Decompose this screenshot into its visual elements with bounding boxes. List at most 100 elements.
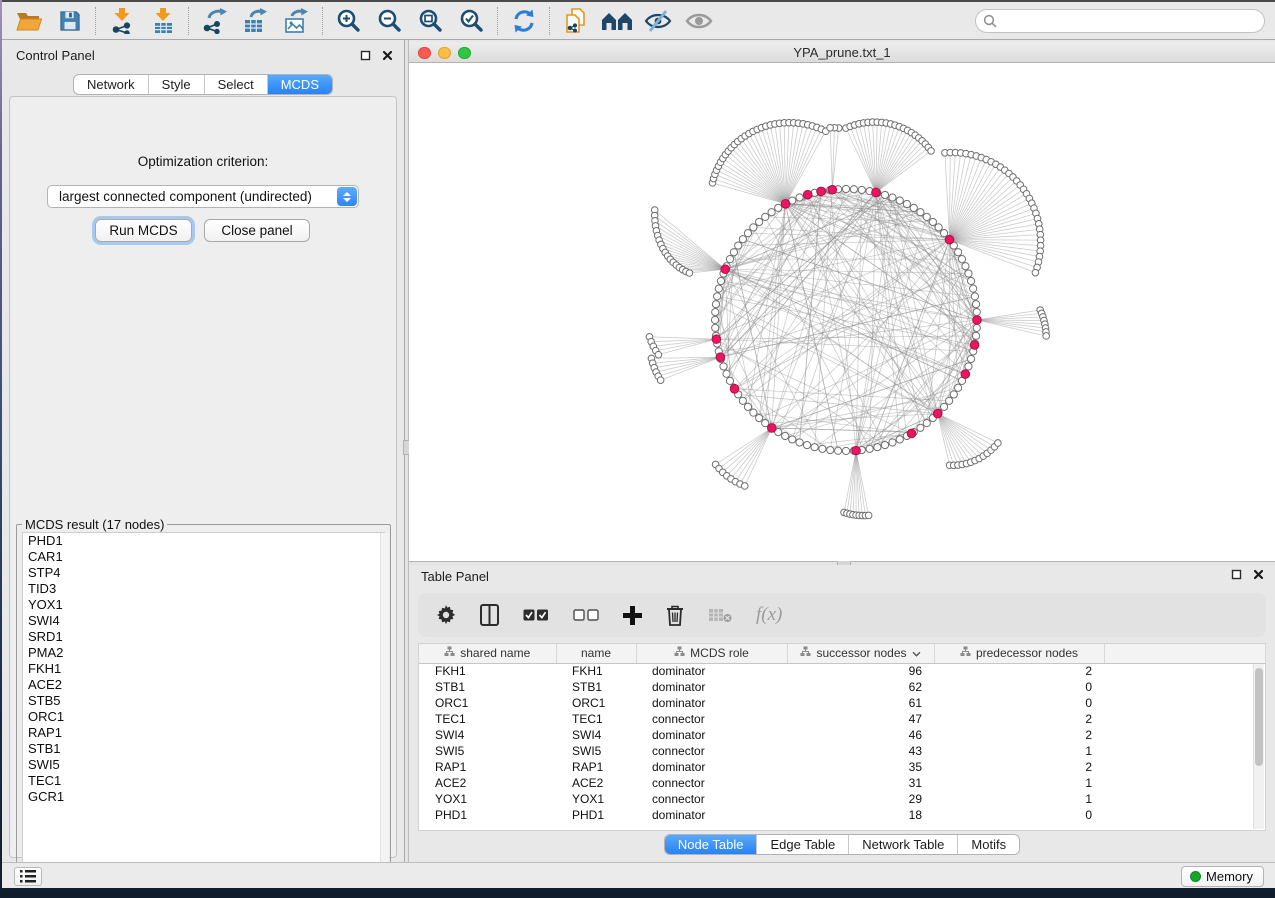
cell-name[interactable]: STB1 <box>556 679 636 695</box>
network-node[interactable] <box>889 194 896 201</box>
open-file-icon[interactable] <box>8 5 49 37</box>
network-node[interactable] <box>739 236 746 243</box>
network-node[interactable] <box>850 186 857 193</box>
network-hub-node[interactable] <box>730 385 739 394</box>
cell-predecessor-nodes[interactable]: 2 <box>934 663 1104 679</box>
network-node[interactable] <box>720 363 727 370</box>
network-node[interactable] <box>940 403 947 410</box>
network-graph[interactable] <box>409 63 1275 561</box>
zoom-out-icon[interactable] <box>369 5 410 37</box>
run-mcds-button[interactable]: Run MCDS <box>95 219 192 242</box>
network-node[interactable] <box>796 439 803 446</box>
import-table-icon[interactable] <box>142 5 183 37</box>
tab-select[interactable]: Select <box>204 75 267 94</box>
column-header-successor-nodes[interactable]: successor nodes <box>787 644 934 663</box>
network-node[interactable] <box>928 148 935 155</box>
network-hub-node[interactable] <box>933 409 942 418</box>
close-table-panel-icon[interactable] <box>1252 568 1265 581</box>
network-node[interactable] <box>756 218 763 225</box>
mcds-result-item[interactable]: STB5 <box>23 693 384 709</box>
mcds-result-item[interactable]: STB1 <box>23 741 384 757</box>
cell-predecessor-nodes[interactable]: 2 <box>934 711 1104 727</box>
network-hub-node[interactable] <box>961 370 970 379</box>
cell-predecessor-nodes[interactable]: 2 <box>934 759 1104 775</box>
mcds-result-scrollbar[interactable] <box>380 533 389 880</box>
network-node[interactable] <box>874 444 881 451</box>
network-node[interactable] <box>712 308 719 315</box>
cell-predecessor-nodes[interactable]: 0 <box>934 807 1104 823</box>
table-tab-node-table[interactable]: Node Table <box>665 835 757 854</box>
tab-style[interactable]: Style <box>148 75 204 94</box>
network-node[interactable] <box>971 293 978 300</box>
network-node[interactable] <box>827 446 834 453</box>
table-row[interactable]: SWI4SWI4dominator462 <box>419 727 1266 743</box>
network-node[interactable] <box>726 256 733 263</box>
network-node[interactable] <box>866 445 873 452</box>
cell-predecessor-nodes[interactable]: 1 <box>934 791 1104 807</box>
table-tab-motifs[interactable]: Motifs <box>957 835 1019 854</box>
cell-successor-nodes[interactable]: 35 <box>787 759 934 775</box>
network-node[interactable] <box>965 270 972 277</box>
network-node[interactable] <box>744 230 751 237</box>
cell-name[interactable]: ACE2 <box>556 775 636 791</box>
mcds-result-item[interactable]: PMA2 <box>23 645 384 661</box>
network-node[interactable] <box>923 420 930 427</box>
cell-successor-nodes[interactable]: 46 <box>787 727 934 743</box>
cell-shared-name[interactable]: YOX1 <box>419 791 556 807</box>
network-hub-node[interactable] <box>872 188 881 197</box>
mcds-result-item[interactable]: TEC1 <box>23 773 384 789</box>
network-node[interactable] <box>842 185 849 192</box>
network-node[interactable] <box>723 370 730 377</box>
network-node[interactable] <box>726 377 733 384</box>
network-node[interactable] <box>917 209 924 216</box>
cell-MCDS-role[interactable]: dominator <box>636 695 787 711</box>
network-hub-node[interactable] <box>907 429 916 438</box>
network-node[interactable] <box>768 209 775 216</box>
create-column-icon[interactable] <box>623 600 642 630</box>
show-columns-icon[interactable] <box>480 600 499 630</box>
clone-network-icon[interactable] <box>555 5 596 37</box>
network-node[interactable] <box>714 293 721 300</box>
network-node[interactable] <box>842 447 849 454</box>
network-node[interactable] <box>750 409 757 416</box>
network-node[interactable] <box>923 213 930 220</box>
network-node[interactable] <box>715 285 722 292</box>
table-row[interactable]: PHD1PHD1dominator180 <box>419 807 1266 823</box>
network-node[interactable] <box>896 436 903 443</box>
network-node[interactable] <box>756 414 763 421</box>
mcds-result-item[interactable]: SWI4 <box>23 613 384 629</box>
table-row[interactable]: RAP1RAP1dominator352 <box>419 759 1266 775</box>
network-hub-node[interactable] <box>945 235 954 244</box>
cell-MCDS-role[interactable]: connector <box>636 711 787 727</box>
network-node[interactable] <box>735 242 742 249</box>
network-node[interactable] <box>889 439 896 446</box>
column-header-name[interactable]: name <box>556 644 636 663</box>
network-node[interactable] <box>972 332 979 339</box>
cell-successor-nodes[interactable]: 18 <box>787 807 934 823</box>
mcds-result-item[interactable]: CAR1 <box>23 549 384 565</box>
network-node[interactable] <box>973 308 980 315</box>
mcds-result-item[interactable]: PHD1 <box>23 533 384 549</box>
column-header-MCDS-role[interactable]: MCDS role <box>636 644 787 663</box>
table-row[interactable]: SWI5SWI5connector431 <box>419 743 1266 759</box>
network-node[interactable] <box>775 204 782 211</box>
cell-name[interactable]: RAP1 <box>556 759 636 775</box>
export-network-icon[interactable] <box>194 5 235 37</box>
zoom-in-icon[interactable] <box>328 5 369 37</box>
apply-layout-icon[interactable] <box>503 5 544 37</box>
float-panel-icon[interactable] <box>359 49 372 62</box>
zoom-selected-icon[interactable] <box>451 5 492 37</box>
network-node[interactable] <box>955 249 962 256</box>
network-node[interactable] <box>940 230 947 237</box>
mcds-result-item[interactable]: TID3 <box>23 581 384 597</box>
mcds-result-item[interactable]: STP4 <box>23 565 384 581</box>
network-node[interactable] <box>946 397 953 404</box>
float-table-panel-icon[interactable] <box>1230 568 1243 581</box>
network-node[interactable] <box>972 301 979 308</box>
cell-shared-name[interactable]: RAP1 <box>419 759 556 775</box>
close-panel-icon[interactable] <box>381 49 394 62</box>
cell-name[interactable]: FKH1 <box>556 663 636 679</box>
cell-MCDS-role[interactable]: dominator <box>636 807 787 823</box>
network-node[interactable] <box>881 191 888 198</box>
export-table-icon[interactable] <box>235 5 276 37</box>
